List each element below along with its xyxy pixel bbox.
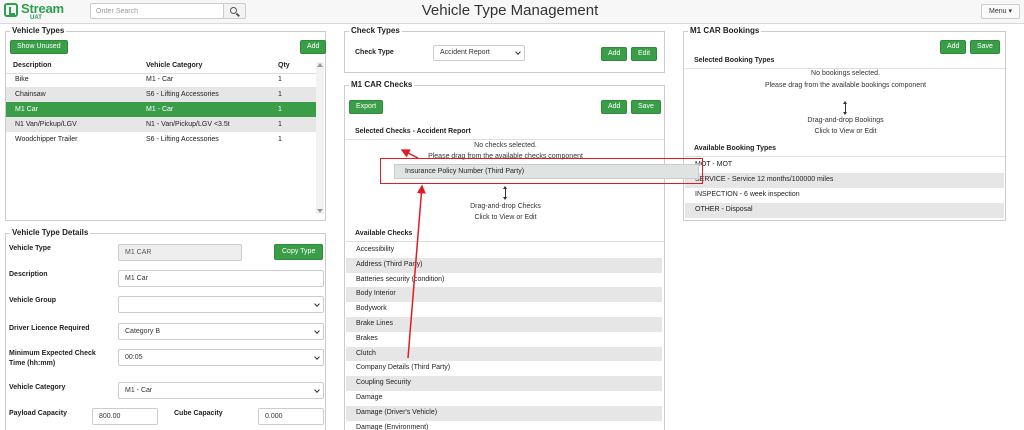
annotation-arrows: [400, 149, 426, 359]
annotation-arrow-up: [407, 184, 426, 359]
annotation-arrow-left: [400, 149, 419, 159]
